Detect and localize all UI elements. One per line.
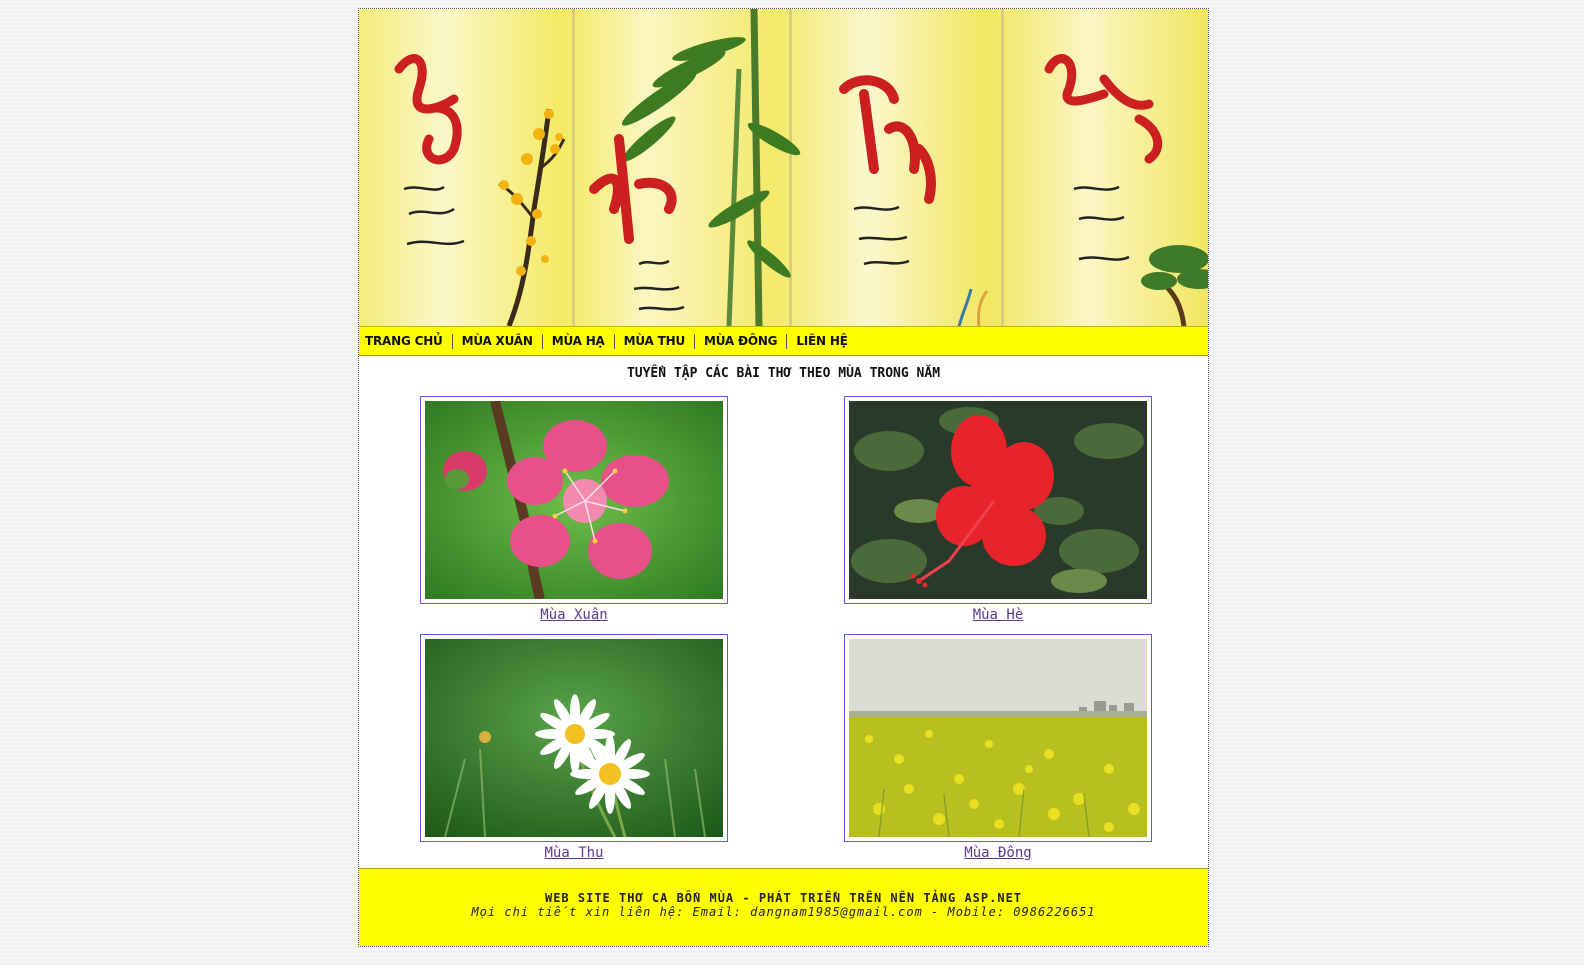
nav-autumn[interactable]: MÙA THU	[615, 334, 694, 348]
nav-spring[interactable]: MÙA XUÂN	[453, 334, 542, 348]
season-card-summer: Mùa Hè	[844, 396, 1152, 623]
winter-link[interactable]: Mùa Đông	[844, 845, 1152, 861]
summer-link[interactable]: Mùa Hè	[844, 607, 1152, 623]
autumn-link[interactable]: Mùa Thu	[420, 845, 728, 861]
daisy-image	[425, 639, 723, 837]
header-banner	[359, 9, 1208, 326]
footer: WEB SITE THƠ CA BỐN MÙA - PHÁT TRIỂN TRÊ…	[359, 868, 1208, 946]
summer-image-link[interactable]	[844, 396, 1152, 604]
mustard-field-image	[849, 639, 1147, 837]
nav-winter[interactable]: MÙA ĐÔNG	[695, 334, 786, 348]
calligraphy-banner-image	[394, 9, 1208, 326]
main-navigation: TRANG CHỦ MÙA XUÂN MÙA HẠ MÙA THU MÙA ĐÔ…	[359, 326, 1208, 356]
page-container: TRANG CHỦ MÙA XUÂN MÙA HẠ MÙA THU MÙA ĐÔ…	[358, 8, 1209, 947]
page-title: TUYỂN TẬP CÁC BÀI THƠ THEO MÙA TRONG NĂM	[626, 366, 941, 381]
nav-summer[interactable]: MÙA HẠ	[543, 334, 614, 348]
winter-image-link[interactable]	[844, 634, 1152, 842]
footer-contact-info: Mọi chi tiết xin liên hệ: Email: dangnam…	[471, 905, 1096, 919]
spring-link[interactable]: Mùa Xuân	[420, 607, 728, 623]
hibiscus-image	[849, 401, 1147, 599]
peach-blossom-image	[425, 401, 723, 599]
season-card-winter: Mùa Đông	[844, 634, 1152, 861]
footer-site-info: WEB SITE THƠ CA BỐN MÙA - PHÁT TRIỂN TRÊ…	[544, 891, 1023, 905]
nav-contact[interactable]: LIÊN HỆ	[787, 334, 856, 348]
season-card-spring: Mùa Xuân	[420, 396, 728, 623]
nav-home[interactable]: TRANG CHỦ	[363, 334, 452, 348]
autumn-image-link[interactable]	[420, 634, 728, 842]
season-card-autumn: Mùa Thu	[420, 634, 728, 861]
spring-image-link[interactable]	[420, 396, 728, 604]
